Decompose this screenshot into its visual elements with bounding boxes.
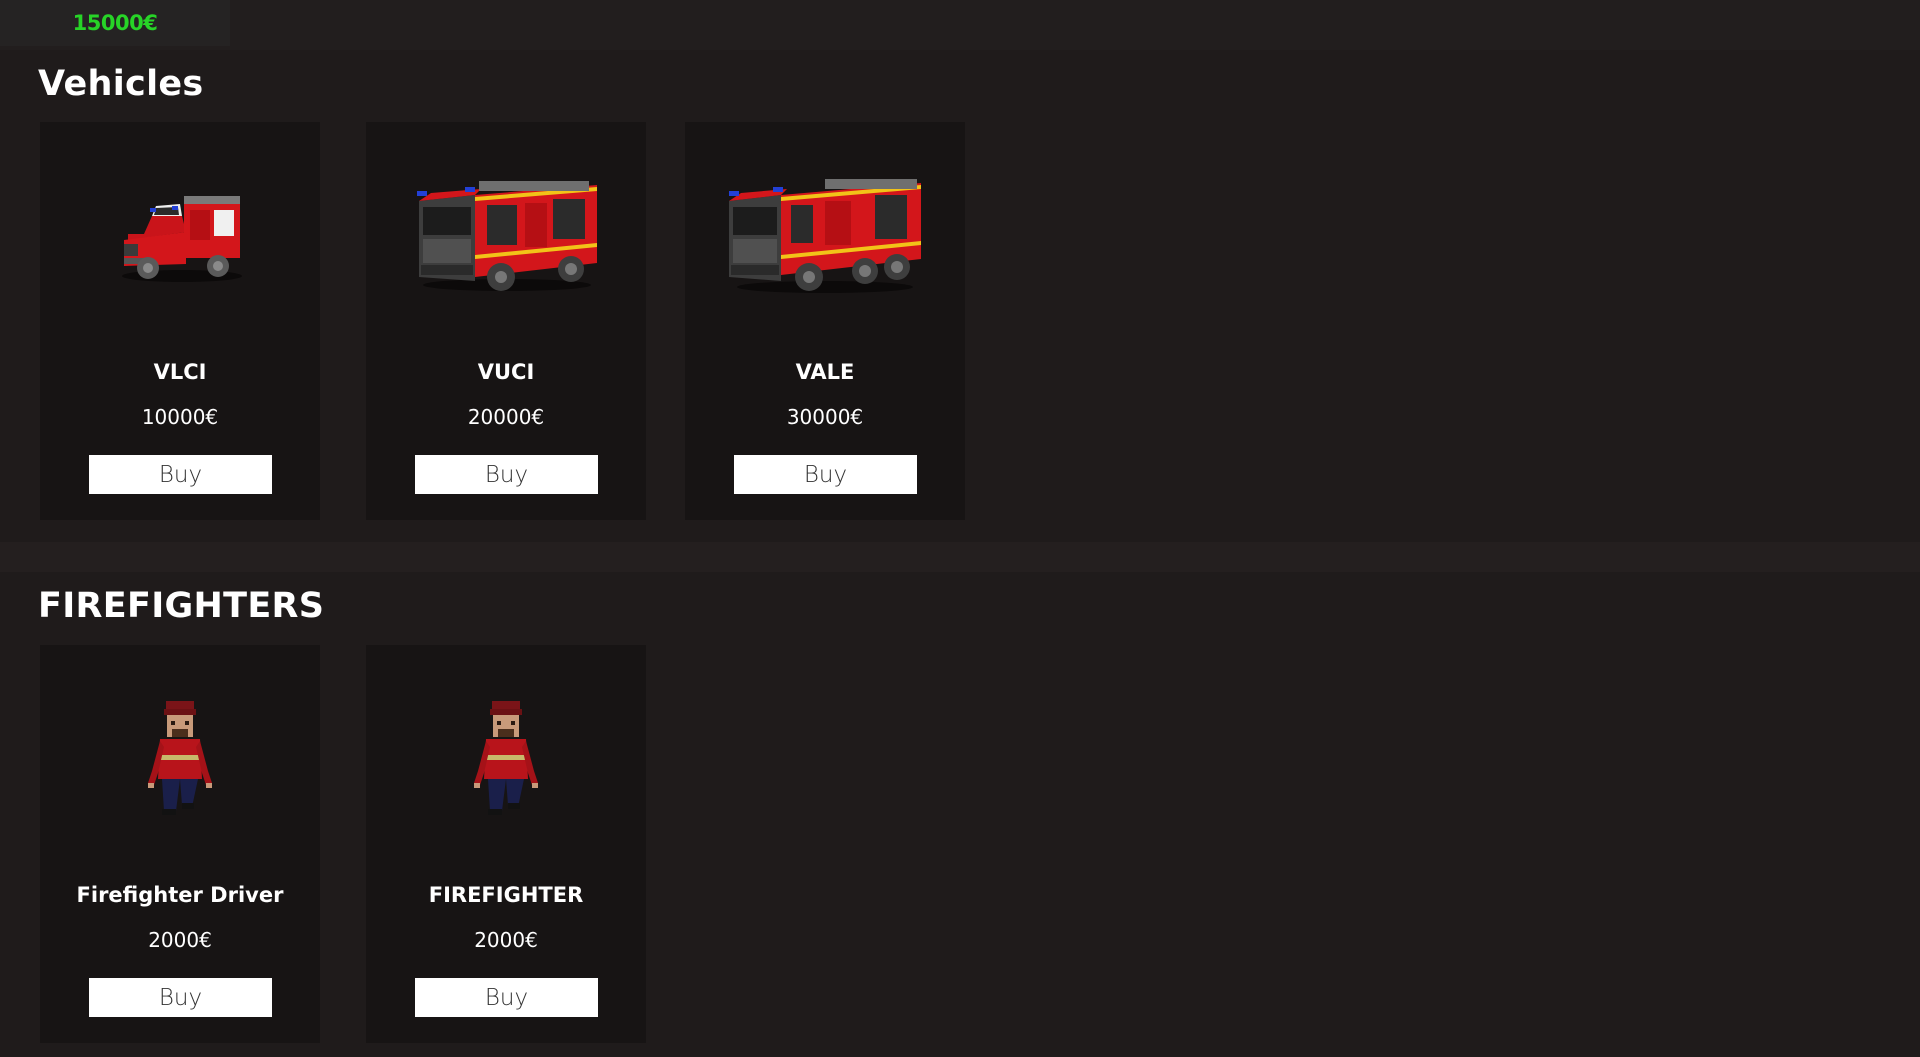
vehicle-card-vale: VALE 30000€ Buy xyxy=(685,122,965,520)
firefighter-name: Firefighter Driver xyxy=(76,883,284,907)
firefighter-card-driver: Firefighter Driver 2000€ Buy xyxy=(40,645,320,1043)
vehicles-section: Vehicles VLCI 10000€ Buy VUCI 20000€ Buy… xyxy=(0,50,1920,542)
vehicle-name: VUCI xyxy=(477,360,535,384)
vehicle-price: 30000€ xyxy=(786,405,864,429)
firefighter-icon xyxy=(366,685,646,835)
vehicle-price: 20000€ xyxy=(467,405,545,429)
firefighter-card-firefighter: FIREFIGHTER 2000€ Buy xyxy=(366,645,646,1043)
buy-button-firefighter[interactable]: Buy xyxy=(415,978,598,1017)
buy-button-vuci[interactable]: Buy xyxy=(415,455,598,494)
firefighters-section: FIREFIGHTERS Firefighter Driver 2000€ Bu… xyxy=(0,572,1920,1057)
vehicle-card-vuci: VUCI 20000€ Buy xyxy=(366,122,646,520)
section-divider xyxy=(0,542,1920,572)
vehicles-title: Vehicles xyxy=(38,64,204,104)
top-bar: 15000€ xyxy=(0,0,1920,50)
vehicle-name: VLCI xyxy=(153,360,207,384)
fire-suv-icon xyxy=(40,162,320,312)
firefighter-name: FIREFIGHTER xyxy=(428,883,584,907)
vehicle-price: 10000€ xyxy=(141,405,219,429)
buy-button-vlci[interactable]: Buy xyxy=(89,455,272,494)
firefighter-price: 2000€ xyxy=(148,928,212,952)
firefighter-price: 2000€ xyxy=(474,928,538,952)
money-amount: 15000€ xyxy=(72,11,158,35)
firefighter-icon xyxy=(40,685,320,835)
vehicle-name: VALE xyxy=(795,360,855,384)
fire-truck-icon xyxy=(366,162,646,312)
firefighters-title: FIREFIGHTERS xyxy=(38,586,325,626)
buy-button-firefighter-driver[interactable]: Buy xyxy=(89,978,272,1017)
buy-button-vale[interactable]: Buy xyxy=(734,455,917,494)
money-display: 15000€ xyxy=(0,0,230,46)
fire-truck-large-icon xyxy=(685,162,965,312)
vehicle-card-vlci: VLCI 10000€ Buy xyxy=(40,122,320,520)
